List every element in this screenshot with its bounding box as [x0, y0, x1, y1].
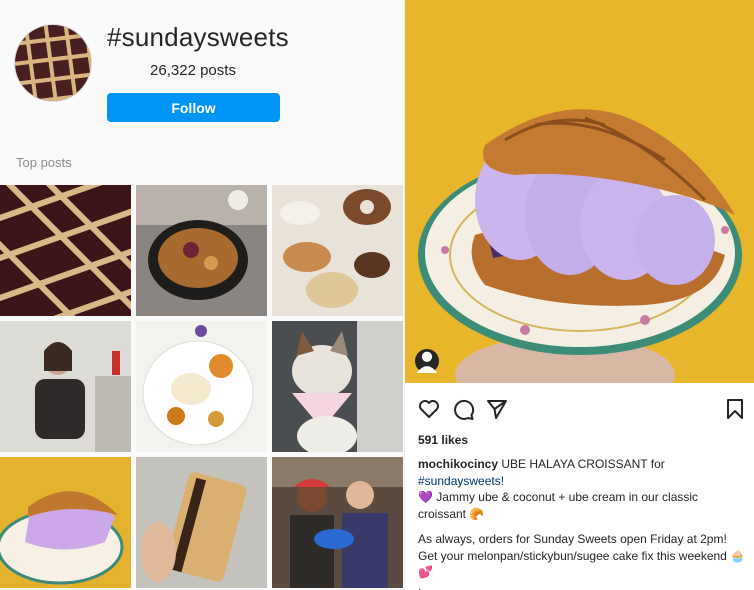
section-heading: Top posts: [16, 155, 72, 170]
paper-plane-icon[interactable]: [485, 397, 509, 421]
hashtag-page: #sundaysweets 26,322 posts Follow Top po…: [0, 0, 404, 590]
caption-dot: .: [418, 578, 422, 590]
caption-hashtag-link[interactable]: #sundaysweets!: [418, 474, 504, 488]
post-thumbnail-cat-bandana[interactable]: [272, 321, 403, 452]
post-thumbnail-ice-cream-sandwich[interactable]: [136, 457, 267, 588]
bookmark-icon[interactable]: [723, 397, 747, 421]
post-count: 26,322 posts: [150, 62, 236, 79]
post-thumbnail-croissant[interactable]: [0, 457, 131, 588]
follow-button[interactable]: Follow: [107, 93, 280, 122]
post-thumbnail-lattice-pie[interactable]: [0, 185, 131, 316]
post-thumbnail-skillet[interactable]: [136, 185, 267, 316]
caption-username[interactable]: mochikocincy: [418, 457, 498, 471]
post-detail: 591 likes mochikocincy UBE HALAYA CROISS…: [404, 0, 754, 590]
like-count[interactable]: 591 likes: [418, 433, 468, 447]
comment-icon[interactable]: [451, 397, 475, 421]
hashtag-avatar: [14, 24, 92, 102]
caption-lead: UBE HALAYA CROISSANT for: [501, 457, 665, 471]
tagged-user-badge[interactable]: [415, 349, 439, 373]
heart-icon[interactable]: [417, 397, 441, 421]
user-icon: [416, 351, 438, 373]
caption-paragraph-2: As always, orders for Sunday Sweets open…: [418, 532, 746, 579]
action-bar: [417, 397, 747, 423]
post-thumbnail-panna-cotta[interactable]: [136, 321, 267, 452]
post-caption: mochikocincy UBE HALAYA CROISSANT for #s…: [418, 456, 748, 590]
hashtag-title: #sundaysweets: [107, 22, 289, 52]
post-thumbnail-two-people[interactable]: [272, 457, 403, 588]
caption-line-2: 💜 Jammy ube & coconut + ube cream in our…: [418, 490, 699, 521]
post-thumbnail-baker-portrait[interactable]: [0, 321, 131, 452]
post-thumbnail-dessert-table[interactable]: [272, 185, 403, 316]
post-photo[interactable]: [405, 0, 754, 383]
